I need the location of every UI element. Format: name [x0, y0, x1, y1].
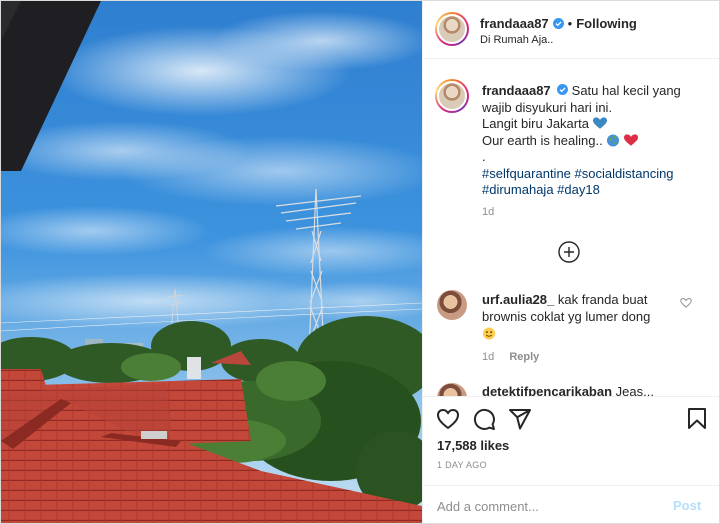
- commenter-avatar[interactable]: [437, 290, 467, 320]
- comment-body-2: brownis coklat yg lumer dong: [482, 309, 651, 324]
- sky-and-rooftops-image: [1, 1, 422, 523]
- caption-text: frandaaa87 Satu hal kecil yang wajib disy…: [482, 83, 707, 199]
- following-button[interactable]: Following: [576, 16, 637, 31]
- post-actions: 17,588 likes 1 DAY AGO Post: [423, 396, 719, 523]
- caption-line-1: frandaaa87 Satu hal kecil yang: [482, 83, 707, 100]
- add-comment-input[interactable]: [437, 496, 657, 516]
- caption-line-4: Our earth is healing..: [482, 133, 707, 150]
- comment-text: detektifpencarikaban Jeas...: [482, 383, 712, 396]
- smile-emoji: [482, 327, 496, 340]
- hashtag-link[interactable]: #selfquarantine: [482, 166, 571, 181]
- add-comment-bar: Post: [423, 485, 719, 523]
- comment-like-heart-icon[interactable]: [680, 297, 692, 309]
- caption-line-2: wajib disyukuri hari ini.: [482, 99, 613, 115]
- caption-username[interactable]: frandaaa87: [482, 83, 551, 98]
- bookmark-icon[interactable]: [685, 407, 709, 431]
- comment-body-1: kak franda buat: [557, 292, 648, 307]
- post-photo[interactable]: [1, 1, 422, 523]
- hashtag-link[interactable]: #dirumahaja: [482, 182, 554, 197]
- plus-circle-icon[interactable]: [558, 241, 580, 263]
- caption-timestamp[interactable]: 1d: [482, 206, 494, 218]
- caption-avatar[interactable]: [435, 79, 469, 113]
- caption-text-3: Langit biru Jakarta: [482, 116, 589, 131]
- verified-badge-icon: [556, 84, 568, 95]
- hashtag-link[interactable]: #socialdistancing: [575, 166, 674, 181]
- verified-badge-icon: [552, 18, 564, 29]
- likes-count[interactable]: 17,588 likes: [437, 438, 509, 453]
- comment-username[interactable]: detektifpencarikaban: [482, 384, 612, 396]
- caption-text-1: Satu hal kecil yang: [571, 83, 681, 98]
- globe-emoji: [607, 133, 620, 147]
- header-user-row: frandaaa87 • Following: [480, 16, 637, 31]
- heart-icon[interactable]: [436, 407, 460, 431]
- post-caption: frandaaa87 Satu hal kecil yang wajib disy…: [423, 59, 719, 229]
- comment-timestamp[interactable]: 1d: [482, 351, 494, 363]
- comment-text: urf.aulia28_ kak franda buat brownis cok…: [482, 291, 692, 342]
- header-username[interactable]: frandaaa87: [480, 16, 549, 31]
- reply-button[interactable]: Reply: [509, 351, 539, 363]
- caption-line-3: Langit biru Jakarta: [482, 116, 707, 133]
- profile-avatar[interactable]: [435, 12, 469, 46]
- post-timestamp: 1 DAY AGO: [437, 460, 487, 470]
- hashtags-line-1: #selfquarantine #socialdistancing: [482, 166, 707, 183]
- caption-line-5: .: [482, 149, 486, 164]
- post-comment-button[interactable]: Post: [673, 498, 701, 513]
- commenter-avatar[interactable]: [437, 383, 467, 396]
- post-side-panel: frandaaa87 • Following Di Rumah Aja.. fr…: [422, 1, 719, 523]
- comment-item: detektifpencarikaban Jeas...: [423, 383, 719, 396]
- red-heart-emoji: [623, 133, 638, 146]
- comment-username[interactable]: urf.aulia28_: [482, 292, 554, 307]
- comment-meta: 1d Reply: [482, 351, 539, 363]
- post-location[interactable]: Di Rumah Aja..: [480, 34, 553, 46]
- caption-text-4: Our earth is healing..: [482, 132, 603, 148]
- hashtags-line-2: #dirumahaja #day18: [482, 182, 707, 199]
- comment-item: urf.aulia28_ kak franda buat brownis cok…: [423, 289, 719, 369]
- blue-heart-emoji: [592, 117, 607, 129]
- header-separator: •: [567, 16, 573, 31]
- hashtag-link[interactable]: #day18: [557, 182, 600, 197]
- paper-plane-icon[interactable]: [508, 407, 532, 431]
- comment-bubble-icon[interactable]: [472, 407, 496, 431]
- comment-body: Jeas...: [615, 384, 654, 396]
- post-header: frandaaa87 • Following Di Rumah Aja..: [423, 1, 719, 59]
- instagram-post-modal: frandaaa87 • Following Di Rumah Aja.. fr…: [0, 0, 720, 524]
